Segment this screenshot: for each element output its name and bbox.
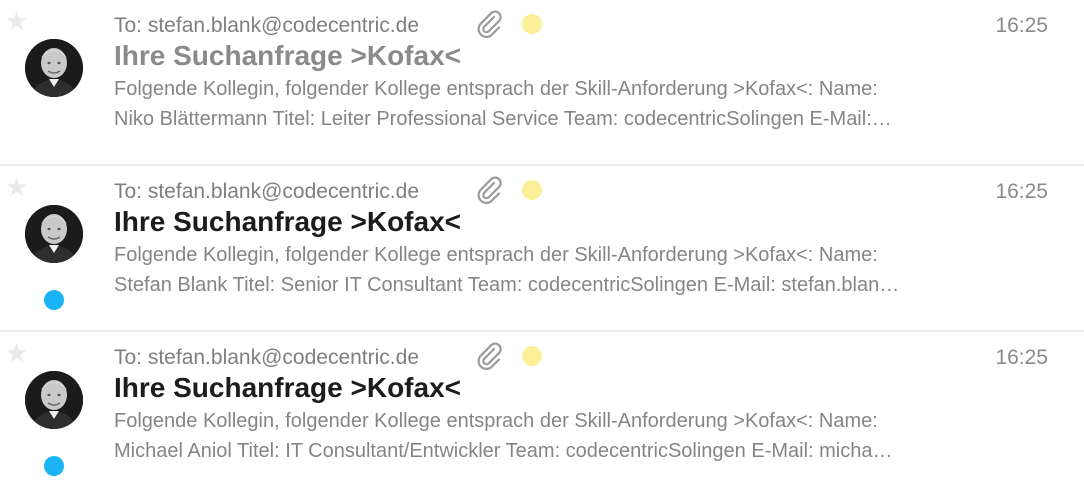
message-row[interactable]: ★ To: stefan.blank@codecentric.de 16:25 …	[0, 332, 1084, 490]
recipient: To: stefan.blank@codecentric.de	[114, 346, 419, 369]
avatar	[25, 39, 83, 97]
paperclip-icon	[477, 176, 502, 204]
unread-dot	[44, 456, 64, 476]
preview-line-1: Folgende Kollegin, folgender Kollege ent…	[114, 78, 878, 100]
message-time: 16:25	[995, 14, 1048, 37]
paperclip-icon	[477, 10, 502, 38]
message-subject: Ihre Suchanfrage >Kofax<	[114, 40, 462, 71]
recipient: To: stefan.blank@codecentric.de	[114, 180, 419, 203]
message-row[interactable]: ★ To: stefan.blank@codecentric.de 16:25 …	[0, 166, 1084, 332]
star-icon[interactable]: ★	[5, 174, 28, 200]
message-subject: Ihre Suchanfrage >Kofax<	[114, 206, 462, 237]
tag-dot	[522, 14, 542, 34]
preview-line-2: Niko Blättermann Titel: Leiter Professio…	[114, 108, 892, 130]
message-preview: Folgende Kollegin, folgender Kollege ent…	[114, 240, 982, 300]
preview-line-2: Michael Aniol Titel: IT Consultant/Entwi…	[114, 440, 893, 462]
avatar	[25, 205, 83, 263]
tag-dot	[522, 346, 542, 366]
message-row[interactable]: ★ To: stefan.blank@codecentric.de 16:25 …	[0, 0, 1084, 166]
paperclip-icon	[477, 342, 502, 370]
star-icon[interactable]: ★	[5, 8, 28, 34]
recipient: To: stefan.blank@codecentric.de	[114, 14, 419, 37]
tag-dot	[522, 180, 542, 200]
unread-dot	[44, 290, 64, 310]
message-time: 16:25	[995, 346, 1048, 369]
preview-line-1: Folgende Kollegin, folgender Kollege ent…	[114, 410, 878, 432]
message-subject: Ihre Suchanfrage >Kofax<	[114, 372, 462, 403]
preview-line-2: Stefan Blank Titel: Senior IT Consultant…	[114, 274, 900, 296]
message-time: 16:25	[995, 180, 1048, 203]
star-icon[interactable]: ★	[5, 340, 28, 366]
preview-line-1: Folgende Kollegin, folgender Kollege ent…	[114, 244, 878, 266]
avatar	[25, 371, 83, 429]
message-list: ★ To: stefan.blank@codecentric.de 16:25 …	[0, 0, 1084, 490]
message-preview: Folgende Kollegin, folgender Kollege ent…	[114, 406, 982, 466]
message-preview: Folgende Kollegin, folgender Kollege ent…	[114, 74, 982, 134]
